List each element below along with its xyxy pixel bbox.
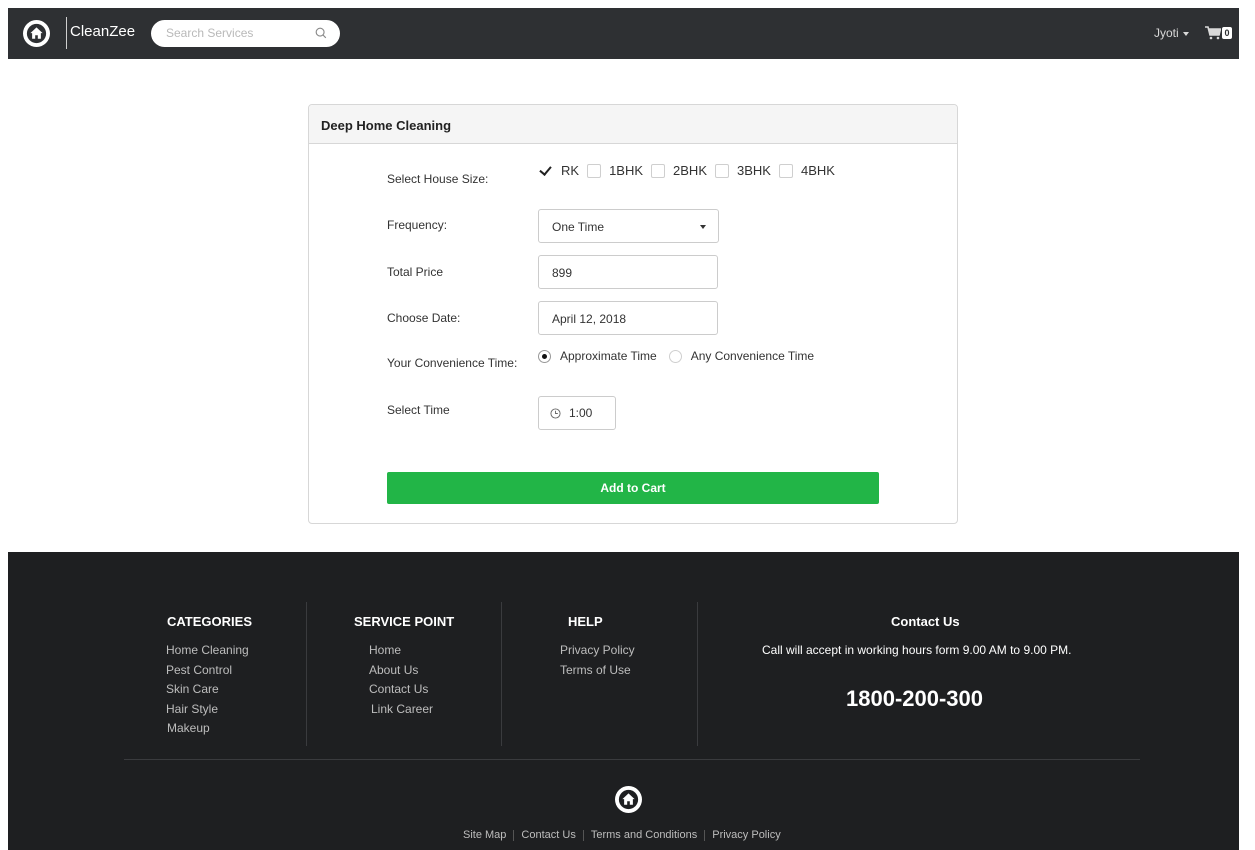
service-point-title: SERVICE POINT — [354, 614, 455, 629]
footer-link[interactable]: Contact Us — [369, 680, 433, 700]
house-size-option-2bhk[interactable]: 2BHK — [651, 163, 707, 178]
add-to-cart-button[interactable]: Add to Cart — [387, 472, 879, 504]
categories-title: CATEGORIES — [167, 614, 252, 629]
radio-label: Approximate Time — [560, 349, 657, 363]
house-size-label: Select House Size: — [387, 172, 489, 186]
radio-approximate-time[interactable] — [538, 349, 551, 363]
checkbox-2bhk[interactable] — [651, 163, 666, 178]
column-divider — [697, 602, 698, 746]
brand-name[interactable]: CleanZee — [70, 23, 135, 40]
link-separator — [704, 829, 706, 841]
bottom-link-terms[interactable]: Terms and Conditions — [591, 829, 697, 841]
checkbox-1bhk[interactable] — [587, 163, 602, 178]
footer-link[interactable]: Link Career — [369, 700, 433, 720]
house-size-option-label: RK — [561, 163, 580, 178]
cart-button[interactable]: 0 — [1205, 26, 1232, 40]
footer-link[interactable]: Terms of Use — [560, 661, 635, 681]
search-box[interactable] — [151, 20, 340, 47]
time-picker[interactable]: 1:00 — [538, 396, 616, 430]
home-logo-icon[interactable] — [615, 786, 642, 813]
categories-links: Home Cleaning Pest Control Skin Care Hai… — [166, 641, 249, 739]
footer-link[interactable]: Pest Control — [166, 661, 249, 681]
cart-icon — [1205, 26, 1221, 40]
top-navbar: CleanZee Jyoti 0 — [8, 8, 1239, 59]
brand-divider — [66, 17, 67, 49]
time-value: 1:00 — [569, 406, 593, 420]
footer-divider — [124, 759, 1140, 760]
help-links: Privacy Policy Terms of Use — [560, 641, 635, 680]
radio-label: Any Convenience Time — [690, 349, 815, 363]
footer: CATEGORIES Home Cleaning Pest Control Sk… — [8, 552, 1239, 850]
chevron-down-icon — [1182, 31, 1189, 36]
frequency-select[interactable]: One Time — [538, 209, 719, 243]
house-size-option-label: 1BHK — [609, 163, 644, 178]
house-size-group: RK 1BHK 2BHK 3BHK 4BHK — [539, 163, 843, 178]
checkbox-rk[interactable] — [539, 163, 553, 178]
phone-number[interactable]: 1800-200-300 — [846, 686, 983, 712]
total-price-label: Total Price — [387, 265, 444, 279]
house-size-option-4bhk[interactable]: 4BHK — [778, 163, 835, 178]
frequency-value: One Time — [552, 220, 605, 234]
chevron-down-icon — [700, 225, 706, 229]
frequency-label: Frequency: — [387, 218, 448, 232]
checkbox-4bhk[interactable] — [778, 163, 793, 178]
search-input[interactable] — [166, 26, 306, 40]
home-logo-icon[interactable] — [23, 20, 50, 47]
total-price-field[interactable]: 899 — [538, 255, 718, 289]
date-field[interactable]: April 12, 2018 — [538, 301, 718, 335]
help-title: HELP — [568, 614, 603, 629]
link-separator — [582, 829, 584, 841]
house-size-option-label: 3BHK — [737, 163, 771, 178]
convenience-time-label: Your Convenience Time: — [387, 356, 518, 370]
footer-link[interactable]: Makeup — [166, 719, 249, 739]
footer-link[interactable]: Home Cleaning — [166, 641, 249, 661]
select-time-label: Select Time — [387, 403, 450, 417]
footer-link[interactable]: Privacy Policy — [560, 641, 635, 661]
search-icon[interactable] — [314, 26, 328, 40]
choose-date-label: Choose Date: — [387, 311, 461, 325]
bottom-link-privacy[interactable]: Privacy Policy — [712, 829, 780, 841]
house-size-option-label: 2BHK — [673, 163, 707, 178]
cart-count-badge: 0 — [1222, 27, 1232, 39]
user-name: Jyoti — [1154, 26, 1179, 40]
house-size-option-label: 4BHK — [800, 163, 835, 178]
footer-link[interactable]: Skin Care — [166, 680, 249, 700]
contact-title: Contact Us — [891, 614, 960, 629]
house-size-option-3bhk[interactable]: 3BHK — [715, 163, 771, 178]
checkbox-3bhk[interactable] — [715, 163, 729, 178]
radio-any-convenience-time[interactable] — [668, 349, 682, 363]
bottom-links: Site Map Contact Us Terms and Conditions… — [463, 829, 781, 841]
bottom-link-contact-us[interactable]: Contact Us — [521, 829, 575, 841]
column-divider — [501, 602, 502, 746]
contact-hours-text: Call will accept in working hours form 9… — [762, 643, 1072, 657]
user-menu[interactable]: Jyoti — [1154, 26, 1189, 40]
convenience-time-group: Approximate Time Any Convenience Time — [538, 349, 826, 363]
link-separator — [513, 829, 515, 841]
footer-link[interactable]: About Us — [369, 661, 433, 681]
house-size-option-rk[interactable]: RK — [539, 163, 579, 178]
column-divider — [306, 602, 307, 746]
bottom-link-site-map[interactable]: Site Map — [463, 829, 506, 841]
footer-link[interactable]: Home — [369, 641, 433, 661]
panel-title: Deep Home Cleaning — [309, 105, 957, 144]
booking-panel: Deep Home Cleaning Select House Size: RK… — [308, 104, 958, 524]
house-size-option-1bhk[interactable]: 1BHK — [587, 163, 643, 178]
service-point-links: Home About Us Contact Us Link Career — [369, 641, 433, 719]
clock-icon — [550, 407, 561, 419]
footer-link[interactable]: Hair Style — [166, 700, 249, 720]
